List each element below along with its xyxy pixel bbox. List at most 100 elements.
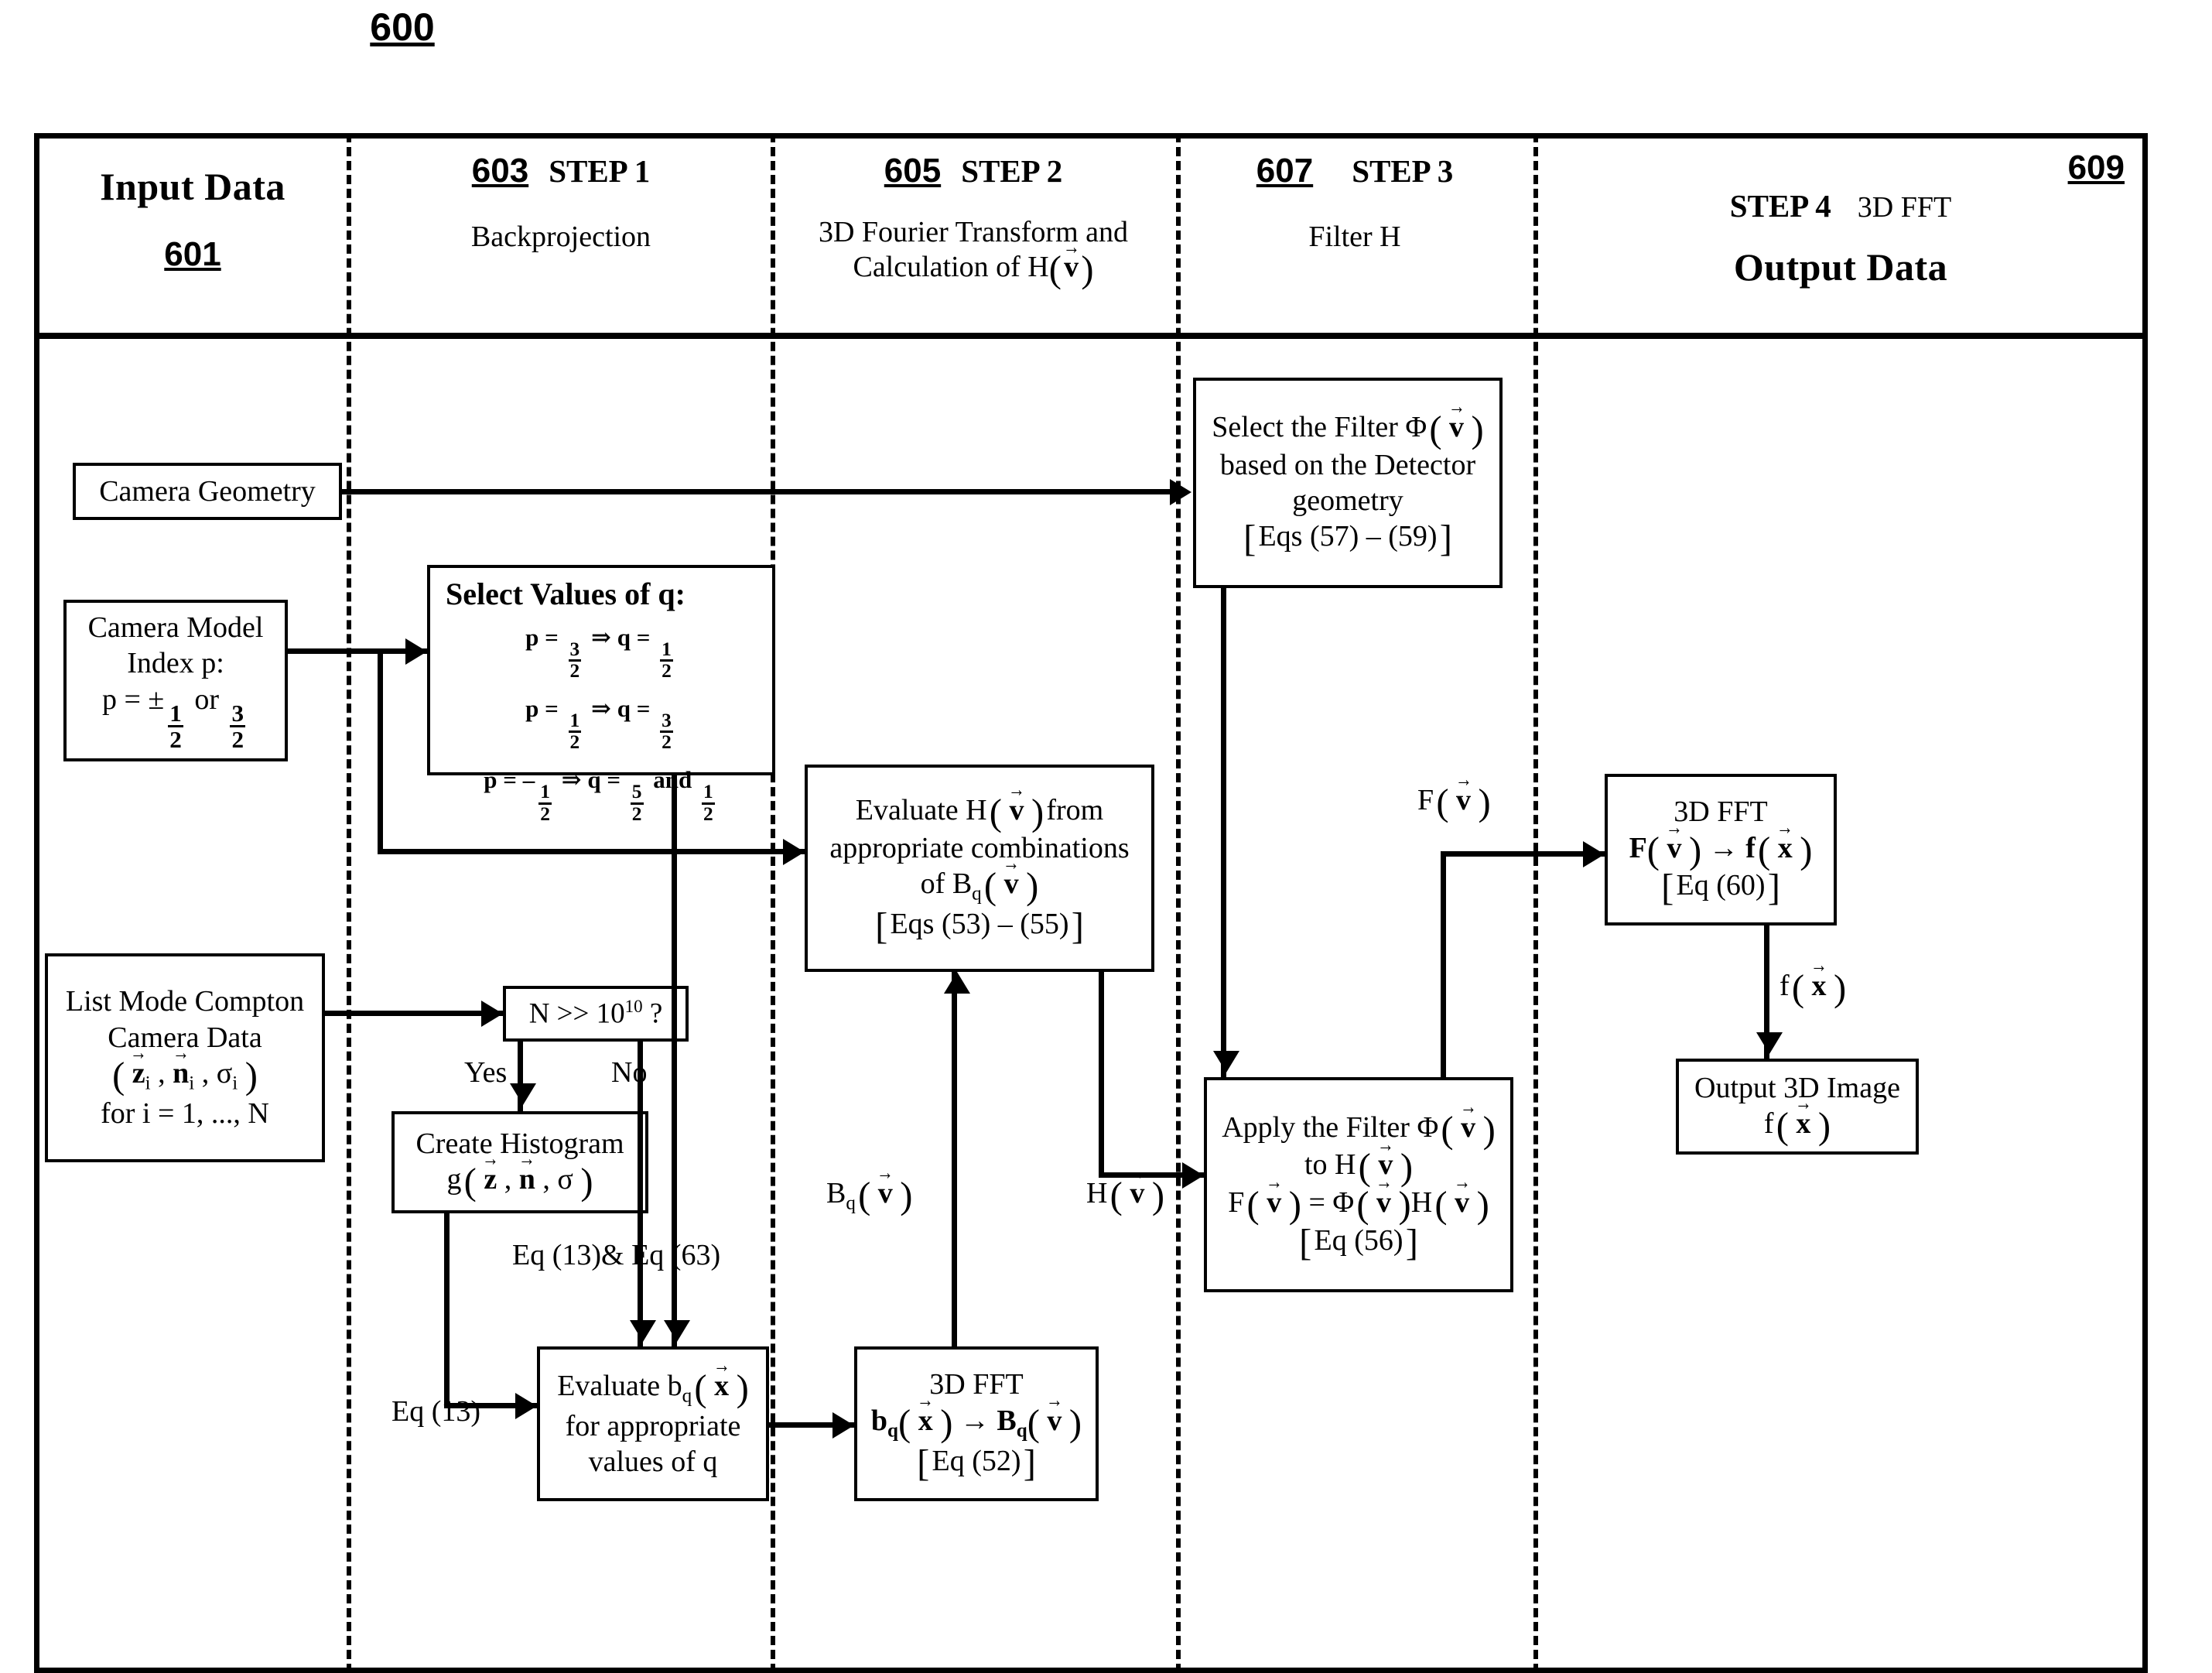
header-ref-603: 603 — [471, 152, 529, 190]
node-evaluate-bq-line3: values of q — [588, 1445, 718, 1479]
node-camera-geometry-label: Camera Geometry — [99, 474, 316, 508]
node-evaluate-h[interactable]: Evaluate H ( v ) from appropriate combin… — [805, 765, 1154, 972]
node-select-filter-line3: geometry — [1292, 484, 1403, 517]
arrowhead-selectq-to-evaluate-bq — [664, 1320, 690, 1342]
edge-label-yes: Yes — [464, 1056, 508, 1089]
node-select-filter-line2: based on the Detector — [1219, 448, 1476, 481]
node-output-image[interactable]: Output 3D Image f ( x ) — [1676, 1059, 1919, 1155]
edge-model-branch-down — [378, 648, 383, 854]
node-output-image-line2: f ( x ) — [1764, 1106, 1831, 1144]
node-select-values-q-row-3: p = –12 ⇒ q = 52 and 12 — [484, 765, 715, 825]
arrowhead-model-to-selectq — [405, 638, 427, 665]
node-create-histogram[interactable]: Create Histogram g ( z , n , σ ) — [391, 1111, 648, 1213]
node-select-filter[interactable]: Select the Filter Φ ( v ) based on the D… — [1193, 378, 1503, 588]
node-select-filter-line1: Select the Filter Φ ( v ) — [1212, 409, 1483, 449]
node-apply-filter-line2: to H ( v ) — [1304, 1147, 1413, 1186]
header-ref-609: 609 — [2067, 149, 2125, 186]
node-evaluate-bq-line1: Evaluate bq ( x ) — [557, 1368, 749, 1408]
node-evaluate-h-line1: Evaluate H ( v ) from — [856, 792, 1104, 832]
edge-selectq-to-evaluate-bq — [672, 775, 677, 1346]
arrowhead-evaluate-bq-to-fft — [832, 1412, 854, 1439]
header-step-label-2: STEP 2 — [961, 153, 1063, 189]
arrowhead-apply-filter-to-fft-output — [1583, 841, 1605, 867]
node-list-mode-data-line3: ( zi , ni , σi ) — [112, 1055, 258, 1096]
arrowhead-model-to-evaluate-h — [783, 839, 805, 865]
header-step-1: 603 STEP 1 Backprojection — [356, 152, 766, 254]
node-apply-filter[interactable]: Apply the Filter Φ ( v ) to H ( v ) F ( … — [1204, 1077, 1513, 1292]
node-fft-bq-line3: [ Eq (52) ] — [917, 1442, 1036, 1484]
edge-label-eq13: Eq (13) — [391, 1395, 481, 1428]
node-apply-filter-line1: Apply the Filter Φ ( v ) — [1222, 1110, 1496, 1148]
edge-label-h-v: H ( v ) — [1086, 1176, 1164, 1214]
header-step-label-3: STEP 3 — [1352, 153, 1454, 189]
node-list-mode-data-line4: for i = 1, ..., N — [101, 1097, 269, 1131]
node-fft-bq-line1: 3D FFT — [929, 1368, 1024, 1401]
header-subtitle-1: Backprojection — [470, 221, 651, 253]
edge-decision-no — [638, 1042, 643, 1346]
node-fft-bq[interactable]: 3D FFT bq( x ) → Bq( v ) [ Eq (52) ] — [854, 1346, 1099, 1501]
node-evaluate-bq[interactable]: Evaluate bq ( x ) for appropriate values… — [537, 1346, 769, 1501]
column-divider-2 — [771, 133, 775, 1673]
edge-geometry-to-filter — [342, 489, 1171, 494]
arrowhead-decision-yes — [510, 1083, 536, 1105]
edge-label-f-v: F ( v ) — [1417, 783, 1491, 821]
node-evaluate-h-line4: [ Eqs (53) – (55) ] — [875, 905, 1084, 948]
node-apply-filter-line3: F ( v ) = Φ ( v )H ( v ) — [1228, 1185, 1489, 1223]
node-select-filter-line4: [ Eqs (57) – (59) ] — [1243, 518, 1452, 560]
node-camera-geometry[interactable]: Camera Geometry — [73, 463, 342, 520]
edge-fft-bq-to-evaluate-h — [952, 972, 957, 1346]
node-decision-n-threshold[interactable]: N >> 1010 ? — [503, 986, 689, 1042]
arrowhead-evaluate-h-to-apply-filter — [1182, 1162, 1204, 1189]
header-input-data: Input Data 601 — [43, 164, 342, 274]
arrowhead-histogram-to-evaluate-bq — [515, 1393, 537, 1419]
edge-apply-filter-to-fft-output — [1441, 851, 1605, 857]
header-step-3: 607 STEP 3 Filter H — [1182, 152, 1527, 254]
node-fft-output-line2: F( v ) → f ( x ) — [1629, 830, 1813, 869]
figure-number: 600 — [370, 5, 435, 49]
arrowhead-data-to-decision — [481, 1001, 503, 1027]
header-title-output: Output Data — [1733, 245, 1948, 289]
header-title-input: Input Data — [100, 165, 285, 208]
header-subtitle-3: Filter H — [1308, 221, 1401, 253]
header-step-label-1: STEP 1 — [549, 153, 651, 189]
header-ref-607: 607 — [1256, 152, 1314, 190]
node-fft-output[interactable]: 3D FFT F( v ) → f ( x ) [ Eq (60) ] — [1605, 774, 1837, 925]
edge-data-to-decision — [325, 1011, 503, 1016]
arrowhead-fft-bq-to-evaluate-h — [944, 972, 970, 994]
header-ref-605: 605 — [884, 152, 942, 190]
node-camera-model-line2: Index p: — [127, 647, 224, 680]
column-divider-4 — [1533, 133, 1538, 1673]
node-list-mode-data-line1: List Mode Compton — [65, 985, 305, 1018]
node-select-values-q-row-2: p = 12 ⇒ q = 32 — [525, 694, 673, 754]
node-decision-n-threshold-label: N >> 1010 ? — [528, 997, 663, 1030]
node-create-histogram-line2: g ( z , n , σ ) — [446, 1162, 593, 1200]
node-fft-output-line3: [ Eq (60) ] — [1661, 866, 1780, 908]
arrowhead-decision-no — [630, 1320, 656, 1342]
node-camera-model-line3: p = ±1 2 or 32 — [101, 683, 246, 753]
edge-model-branch-to-evaluate-h — [378, 849, 805, 854]
edge-apply-filter-up — [1441, 851, 1446, 1077]
edge-evaluate-h-down — [1099, 972, 1104, 1178]
node-camera-model[interactable]: Camera Model Index p: p = ±1 2 or 32 — [63, 600, 288, 761]
node-list-mode-data[interactable]: List Mode Compton Camera Data ( zi , ni … — [45, 953, 325, 1162]
node-evaluate-h-line3: of Bq ( v ) — [921, 866, 1039, 906]
node-select-values-q-title: Select Values of q: — [446, 576, 685, 611]
arrowhead-select-filter-to-apply-filter — [1213, 1051, 1239, 1073]
edge-label-f-x: f ( x ) — [1780, 969, 1846, 1007]
header-ref-601: 601 — [164, 235, 221, 273]
node-fft-bq-line2: bq( x ) → Bq( v ) — [871, 1403, 1082, 1443]
edge-label-bq-v: Bq ( v ) — [826, 1176, 913, 1215]
node-apply-filter-line4: [ Eq (56) ] — [1299, 1221, 1418, 1264]
column-divider-3 — [1176, 133, 1181, 1673]
edge-select-filter-to-apply-filter — [1221, 588, 1226, 1077]
node-select-values-q[interactable]: Select Values of q: p = 32 ⇒ q = 12 p = … — [427, 565, 775, 823]
arrowhead-geometry-to-filter — [1170, 479, 1191, 505]
node-evaluate-bq-line2: for appropriate — [565, 1409, 741, 1442]
header-step-4: 609 STEP 4 3D FFT Output Data — [1540, 149, 2142, 289]
edge-label-eq13-eq63: Eq (13)& Eq (63) — [512, 1239, 721, 1271]
header-step-2: 605 STEP 2 3D Fourier Transform and Calc… — [777, 152, 1170, 288]
node-select-values-q-row-1: p = 32 ⇒ q = 12 — [525, 623, 673, 683]
node-camera-model-line1: Camera Model — [87, 611, 264, 644]
node-evaluate-h-line2: appropriate combinations — [829, 831, 1130, 864]
arrowhead-fft-output-to-image — [1756, 1032, 1783, 1054]
